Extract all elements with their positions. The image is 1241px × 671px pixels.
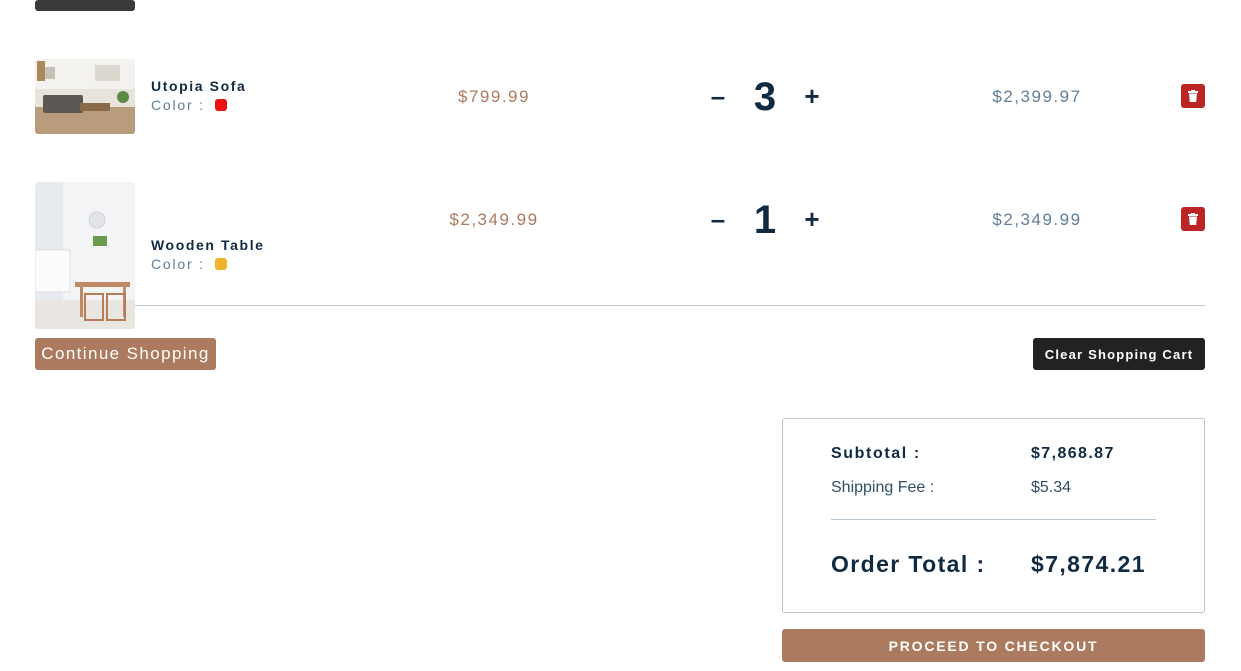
- color-label: Color :: [151, 97, 205, 113]
- remove-item-button[interactable]: [1181, 207, 1205, 231]
- subtotal-label: Subtotal :: [831, 445, 921, 462]
- item-quantity: 3: [753, 75, 777, 119]
- remove-item-button[interactable]: [1181, 84, 1205, 108]
- clear-cart-button[interactable]: Clear Shopping Cart: [1033, 338, 1205, 370]
- dining-room-photo: [35, 182, 135, 329]
- product-color: Color :: [151, 97, 227, 113]
- item-subtotal: $2,349.99: [992, 210, 1082, 229]
- increase-quantity-button[interactable]: +: [797, 206, 827, 232]
- totals-divider: [831, 519, 1156, 520]
- decrease-quantity-button[interactable]: –: [703, 83, 733, 109]
- item-price: $2,349.99: [449, 210, 539, 229]
- proceed-to-checkout-button[interactable]: PROCEED TO CHECKOUT: [782, 629, 1205, 662]
- shipping-fee-value: $5.34: [1031, 479, 1072, 496]
- trash-icon: [1188, 90, 1198, 102]
- decrease-quantity-button[interactable]: –: [703, 206, 733, 232]
- item-subtotal: $2,399.97: [992, 87, 1082, 106]
- item-quantity: 1: [753, 198, 777, 242]
- order-total-value: $7,874.21: [1031, 551, 1146, 577]
- color-swatch: [214, 258, 227, 270]
- order-totals-box: Subtotal : $7,868.87 Shipping Fee : $5.3…: [782, 418, 1205, 613]
- order-total-label: Order Total :: [831, 551, 986, 577]
- color-swatch: [214, 99, 227, 111]
- living-room-photo: [35, 59, 135, 134]
- product-name: Wooden Table: [151, 237, 265, 253]
- product-color: Color :: [151, 256, 227, 272]
- item-price: $799.99: [458, 87, 530, 106]
- product-name: Utopia Sofa: [151, 78, 247, 94]
- subtotal-value: $7,868.87: [1031, 445, 1115, 462]
- trash-icon: [1188, 213, 1198, 225]
- cart-divider: [135, 305, 1205, 306]
- increase-quantity-button[interactable]: +: [797, 83, 827, 109]
- previous-item-image: [35, 0, 135, 11]
- shipping-fee-label: Shipping Fee :: [831, 479, 935, 496]
- continue-shopping-button[interactable]: Continue Shopping: [35, 338, 216, 370]
- color-label: Color :: [151, 256, 205, 272]
